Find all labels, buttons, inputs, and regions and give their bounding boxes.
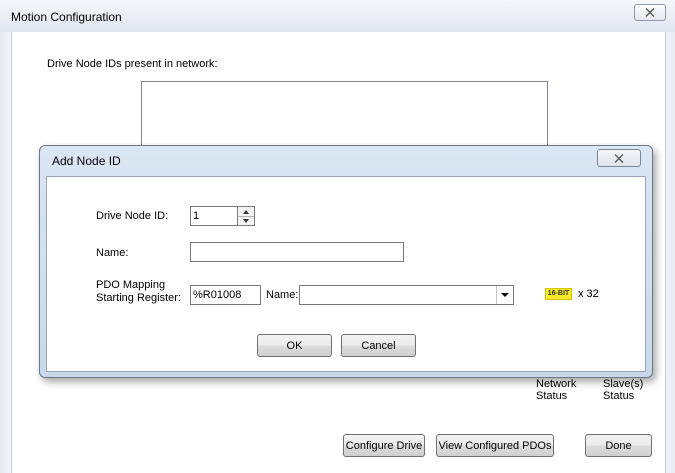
- close-icon: [614, 154, 624, 163]
- dialog-client: Drive Node ID: Name: PDO Mapping Startin…: [46, 176, 646, 372]
- 16-bit-badge-icon: 16-BIT: [545, 288, 572, 300]
- drive-node-id-spinner[interactable]: [238, 206, 255, 226]
- drive-node-id-label: Drive Node ID:: [96, 210, 169, 222]
- done-button[interactable]: Done: [585, 434, 652, 457]
- close-icon: [645, 8, 655, 17]
- spin-down-button[interactable]: [238, 216, 254, 226]
- dialog-title: Add Node ID: [52, 154, 121, 168]
- drive-node-id-input[interactable]: [190, 206, 238, 226]
- down-arrow-icon: [243, 219, 249, 223]
- slave-status-header: Slave(s) Status: [603, 378, 644, 402]
- name-input[interactable]: [190, 242, 404, 262]
- window-frame-left: [0, 32, 11, 473]
- network-status-header: Network Status: [536, 378, 577, 402]
- ok-button[interactable]: OK: [257, 334, 332, 357]
- pdo-name-dropdown[interactable]: [299, 285, 514, 305]
- pdo-register-input[interactable]: [190, 285, 261, 305]
- view-configured-pdos-button[interactable]: View Configured PDOs: [436, 434, 554, 457]
- configure-drive-button[interactable]: Configure Drive: [343, 434, 425, 457]
- window-close-button[interactable]: [634, 4, 666, 21]
- motion-config-titlebar: Motion Configuration: [0, 0, 675, 32]
- name-label: Name:: [96, 247, 129, 259]
- bit-count: x 32: [578, 288, 599, 300]
- pdo-name-label: Name:: [266, 289, 299, 301]
- dialog-close-button[interactable]: [597, 149, 641, 167]
- drive-ids-label: Drive Node IDs present in network:: [47, 58, 218, 70]
- window-title: Motion Configuration: [11, 10, 122, 24]
- window-frame-right: [666, 32, 675, 473]
- up-arrow-icon: [243, 210, 249, 214]
- add-node-id-dialog: Add Node ID Drive Node ID: Name: PDO Map…: [39, 145, 653, 378]
- cancel-button[interactable]: Cancel: [341, 334, 416, 357]
- drive-ids-list[interactable]: [141, 81, 548, 151]
- chevron-down-icon: [501, 293, 509, 297]
- dropdown-button[interactable]: [496, 286, 513, 304]
- pdo-mapping-label: PDO Mapping Starting Register:: [96, 279, 181, 304]
